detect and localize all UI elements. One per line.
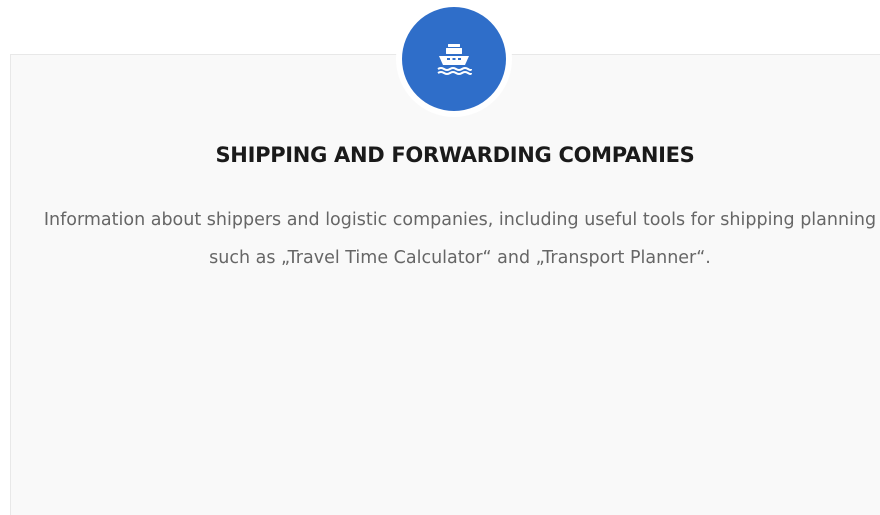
feature-title: SHIPPING AND FORWARDING COMPANIES (215, 143, 695, 167)
page: SHIPPING AND FORWARDING COMPANIES Inform… (0, 0, 880, 515)
feature-card (10, 54, 880, 515)
feature-description: Information about shippers and logistic … (43, 210, 877, 268)
feature-icon-badge (402, 7, 506, 111)
ship-icon (437, 44, 472, 75)
